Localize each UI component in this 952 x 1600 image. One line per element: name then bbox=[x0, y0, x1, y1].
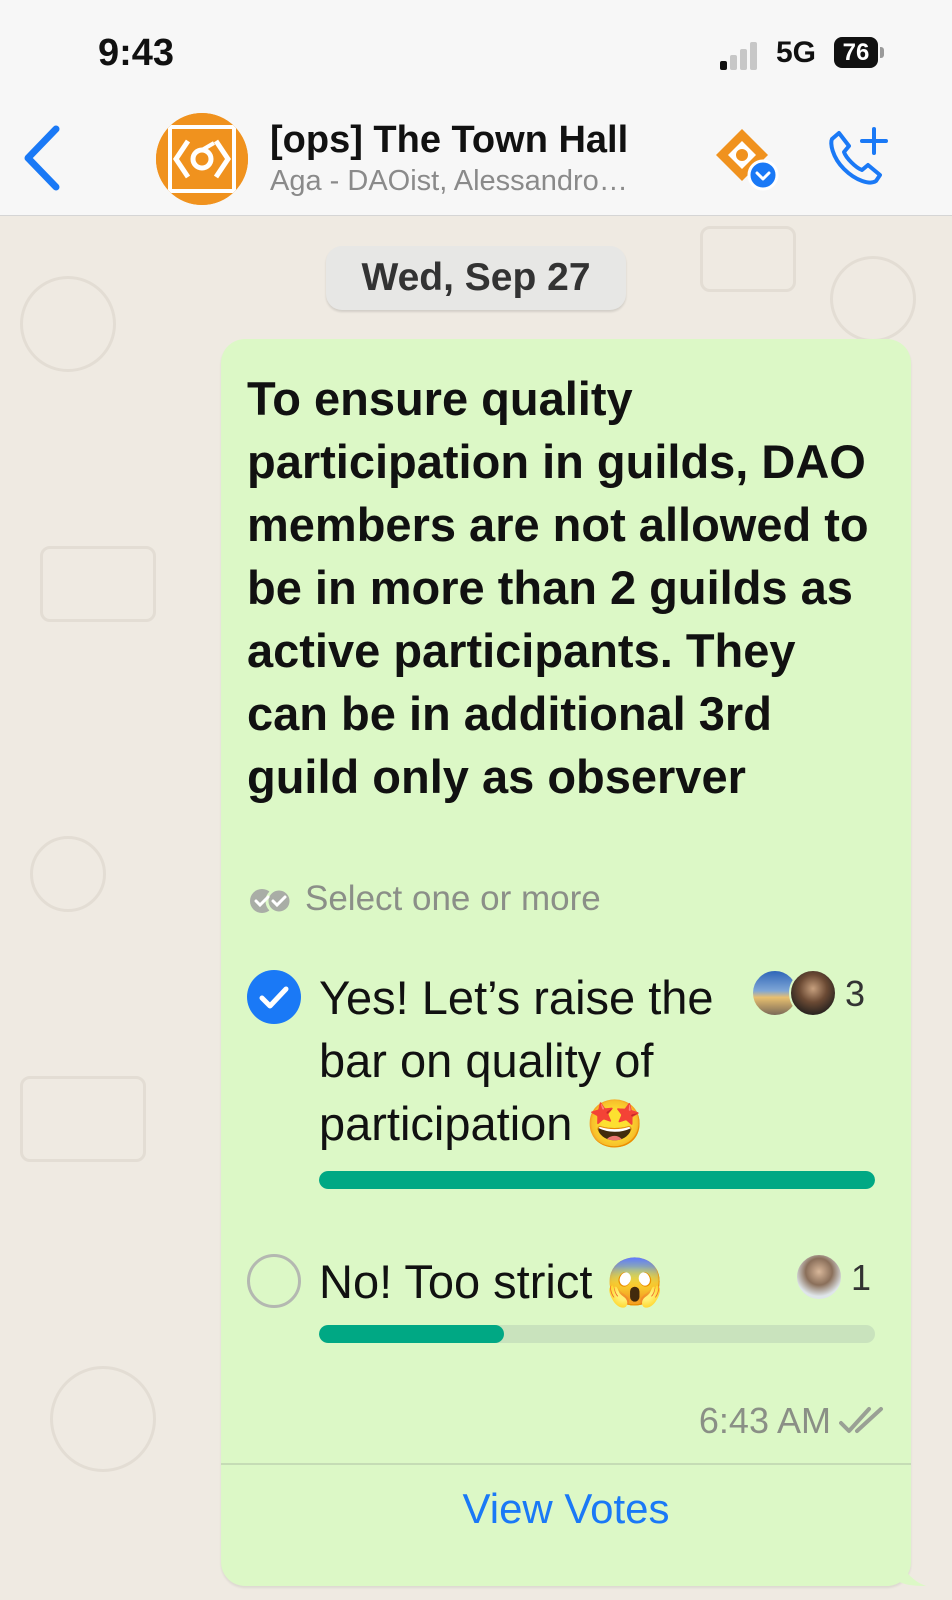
wallpaper-doodle bbox=[20, 276, 116, 372]
wallpaper-doodle bbox=[30, 836, 106, 912]
vote-progress-fill bbox=[319, 1171, 875, 1189]
bubble-tail bbox=[896, 1544, 926, 1586]
voter-avatars[interactable] bbox=[751, 969, 837, 1017]
chat-header: [ops] The Town Hall Aga - DAOist, Alessa… bbox=[0, 105, 952, 216]
poll-option-yes[interactable]: Yes! Let’s raise the bar on quality of p… bbox=[221, 963, 911, 1203]
poll-option-label: No! Too strict 😱 bbox=[319, 1255, 664, 1308]
status-time: 9:43 bbox=[98, 32, 175, 74]
battery-icon: 76 bbox=[834, 37, 878, 68]
wallpaper-doodle bbox=[20, 1076, 146, 1162]
vote-progress-bar bbox=[319, 1325, 875, 1343]
date-separator: Wed, Sep 27 bbox=[326, 246, 626, 310]
network-label: 5G bbox=[776, 36, 817, 69]
poll-option-label: Yes! Let’s raise the bar on quality of p… bbox=[319, 971, 714, 1150]
group-avatar[interactable] bbox=[156, 113, 248, 205]
status-bar: 9:43 5G 76 bbox=[0, 0, 952, 105]
view-votes-button[interactable]: View Votes bbox=[221, 1485, 911, 1533]
wallpaper-doodle bbox=[700, 226, 796, 292]
poll-message-bubble[interactable]: To ensure quality participation in guild… bbox=[221, 339, 911, 1586]
vote-count: 1 bbox=[851, 1257, 872, 1298]
checked-checkbox-icon[interactable] bbox=[247, 970, 301, 1024]
back-chevron-icon[interactable] bbox=[18, 123, 68, 193]
poll-question: To ensure quality participation in guild… bbox=[247, 372, 869, 803]
wallpaper-doodle bbox=[40, 546, 156, 622]
chat-title[interactable]: [ops] The Town Hall bbox=[270, 119, 628, 162]
vote-progress-fill bbox=[319, 1325, 505, 1343]
voter-avatar bbox=[795, 1253, 843, 1301]
battery-nub bbox=[880, 47, 884, 58]
select-hint-text: Select one or more bbox=[305, 879, 601, 918]
message-timestamp: 6:43 AM bbox=[699, 1400, 891, 1442]
chat-subtitle[interactable]: Aga - DAOist, Alessandro… bbox=[270, 165, 628, 198]
voter-avatar bbox=[789, 969, 837, 1017]
poll-option-no[interactable]: No! Too strict 😱 1 bbox=[221, 1247, 911, 1357]
community-icon[interactable] bbox=[712, 125, 782, 195]
wallpaper-doodle bbox=[830, 256, 916, 342]
double-check-icon bbox=[247, 885, 295, 915]
chat-area[interactable]: Wed, Sep 27 To ensure quality participat… bbox=[0, 216, 952, 1600]
vote-progress-bar bbox=[319, 1171, 875, 1189]
bubble-divider bbox=[221, 1463, 911, 1465]
wallpaper-doodle bbox=[50, 1366, 156, 1472]
vote-count: 3 bbox=[845, 973, 866, 1014]
add-call-icon[interactable] bbox=[820, 123, 892, 191]
unchecked-checkbox-icon[interactable] bbox=[247, 1254, 301, 1308]
signal-icon bbox=[720, 40, 760, 70]
timestamp-text: 6:43 AM bbox=[698, 1400, 831, 1441]
read-receipt-icon bbox=[839, 1404, 891, 1436]
